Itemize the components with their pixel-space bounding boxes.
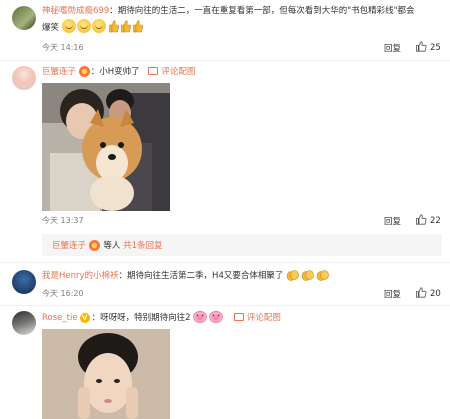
grinning-emoji [61, 19, 76, 33]
sub-reply-link[interactable]: 共1条回复 [123, 241, 162, 251]
verified-badge-icon: V [79, 313, 90, 323]
sub-reply-box: 巨蟹连子 等人 共1条回复 [42, 234, 442, 256]
like-button[interactable]: 22 [416, 214, 441, 226]
comment-text: 我是Henry的小棉袄：期待向往生活第二季，H4又要合体相聚了 [42, 269, 331, 283]
thumbs-up-icon [416, 214, 427, 225]
image-icon [148, 67, 159, 75]
pig-emoji [209, 310, 223, 323]
grinning-emoji [76, 19, 91, 33]
sub-reply-text: 等人 [103, 241, 121, 251]
thumbs-up-icon [416, 287, 427, 298]
comment-text-line2: 爆笑 [42, 19, 145, 35]
comment-item: 我是Henry的小棉袄：期待向往生活第二季，H4又要合体相聚了 今天 16:20… [0, 262, 450, 304]
comment-photo[interactable] [42, 83, 170, 211]
pig-emoji [193, 310, 207, 323]
comment-username[interactable]: 神秘嗜勋成瘾699 [42, 6, 109, 16]
grinning-emoji [91, 19, 106, 33]
comment-body-cont: 爆笑 [42, 23, 60, 33]
reply-button[interactable]: 回复 [384, 288, 401, 300]
comment-username[interactable]: Rose_tie [42, 313, 78, 323]
sub-reply-line: 巨蟹连子 等人 共1条回复 [52, 239, 163, 251]
comment-picture-link[interactable]: 评论配图 [247, 313, 281, 323]
clap-emoji [301, 270, 314, 281]
comment-time: 今天 16:20 [42, 289, 84, 298]
comment-item: Rose_tie V ：呀呀呀，特别期待向往2 评论配图 [0, 305, 450, 419]
comment-item: 巨蟹连子 ：小H变帅了 评论配图 今天 13:37 回复 22 巨蟹连子 等人 … [0, 60, 450, 260]
thumbs-up-emoji [133, 20, 144, 33]
comment-body: ：小H变帅了 [90, 67, 140, 77]
reply-button[interactable]: 回复 [384, 42, 401, 54]
comment-photo-image [42, 83, 170, 211]
comment-picture-link[interactable]: 评论配图 [161, 67, 195, 77]
comment-username[interactable]: 巨蟹连子 [42, 67, 76, 77]
comment-time: 今天 13:37 [42, 216, 84, 225]
comment-text: Rose_tie V ：呀呀呀，特别期待向往2 评论配图 [42, 310, 281, 325]
like-count: 22 [430, 216, 441, 226]
comment-photo[interactable] [42, 329, 170, 419]
comment-item: 神秘嗜勋成瘾699：期待向往的生活二，一直在重复看第一部，但每次看到大华的"书包… [0, 0, 450, 60]
avatar[interactable] [12, 6, 36, 30]
avatar[interactable] [12, 311, 36, 335]
thumbs-up-emoji [121, 20, 132, 33]
flower-emoji [78, 66, 90, 77]
like-count: 20 [430, 289, 441, 299]
comment-username[interactable]: 我是Henry的小棉袄 [42, 271, 119, 281]
like-button[interactable]: 25 [416, 41, 441, 53]
thumbs-up-emoji [109, 20, 120, 33]
clap-emoji [316, 270, 329, 281]
flower-emoji [88, 240, 100, 251]
like-count: 25 [430, 43, 441, 53]
like-button[interactable]: 20 [416, 287, 441, 299]
comment-text: 神秘嗜勋成瘾699：期待向往的生活二，一直在重复看第一部，但每次看到大华的"书包… [42, 5, 415, 18]
thumbs-up-icon [416, 41, 427, 52]
comment-body: ：呀呀呀，特别期待向往2 [91, 313, 191, 323]
image-icon [233, 313, 244, 321]
comment-body: ：期待向往的生活二，一直在重复看第一部，但每次看到大华的"书包精彩线"都会 [109, 6, 415, 16]
comment-text: 巨蟹连子 ：小H变帅了 评论配图 [42, 66, 195, 79]
comment-time: 今天 14:16 [42, 43, 84, 52]
comment-body: ：期待向往生活第二季，H4又要合体相聚了 [118, 271, 284, 281]
reply-button[interactable]: 回复 [384, 215, 401, 227]
clap-emoji [286, 270, 299, 281]
avatar[interactable] [12, 270, 36, 294]
sub-reply-username[interactable]: 巨蟹连子 [52, 241, 86, 251]
avatar[interactable] [12, 66, 36, 90]
comment-photo-image [42, 329, 170, 419]
